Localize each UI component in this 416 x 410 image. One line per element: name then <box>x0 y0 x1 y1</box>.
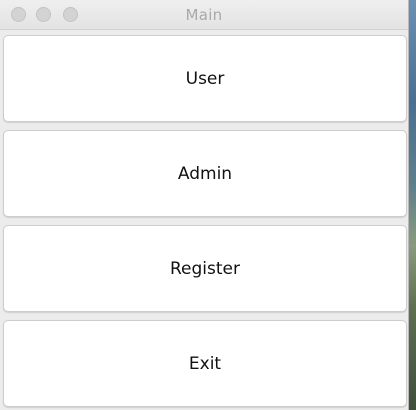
title-bar[interactable]: Main <box>0 0 408 30</box>
admin-button[interactable]: Admin <box>3 130 407 217</box>
register-button-label: Register <box>170 258 240 279</box>
main-window: Main User Admin Register Exit <box>0 0 409 410</box>
window-title: Main <box>185 6 223 24</box>
admin-button-label: Admin <box>177 163 233 184</box>
user-button[interactable]: User <box>3 35 407 122</box>
register-button[interactable]: Register <box>3 225 407 312</box>
exit-button-label: Exit <box>188 353 222 374</box>
user-button-label: User <box>185 68 225 89</box>
exit-button[interactable]: Exit <box>3 320 407 407</box>
